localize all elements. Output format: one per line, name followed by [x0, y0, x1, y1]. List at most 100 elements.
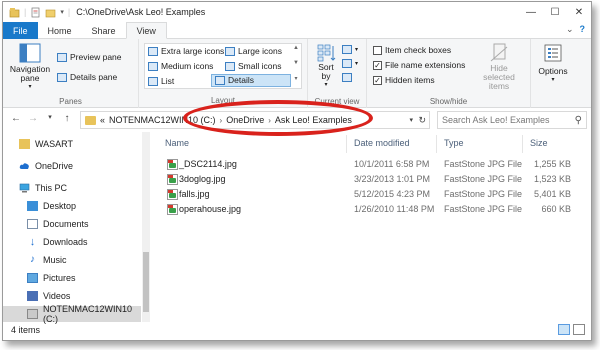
navigation-pane-button[interactable]: Navigation pane ▾: [7, 43, 53, 92]
search-box[interactable]: Search Ask Leo! Examples ⚲: [437, 111, 587, 129]
minimize-button[interactable]: —: [519, 2, 543, 22]
size-columns-button[interactable]: [342, 73, 352, 82]
address-bar[interactable]: « NOTENMAC12WIN10 (C:) › OneDrive › Ask …: [80, 111, 430, 129]
refresh-icon[interactable]: ↻: [418, 115, 426, 126]
file-row[interactable]: 3doglog.jpg 3/23/2013 1:01 PM FastStone …: [163, 173, 583, 186]
help-icon[interactable]: ?: [580, 24, 586, 35]
close-button[interactable]: ✕: [567, 2, 591, 22]
group-by-button[interactable]: ▾: [342, 45, 358, 54]
extra-large-icons-button[interactable]: Extra large icons: [148, 46, 224, 56]
large-icons-view-icon[interactable]: [573, 324, 585, 335]
navigation-bar: ← → ▾ ↑ « NOTENMAC12WIN10 (C:) › OneDriv…: [3, 108, 591, 132]
properties-icon[interactable]: [30, 7, 41, 18]
file-name-extensions-checkbox[interactable]: ✓: [373, 60, 382, 70]
item-count: 4 items: [11, 325, 41, 335]
search-placeholder: Search Ask Leo! Examples: [442, 115, 550, 125]
quick-access-dropdown[interactable]: ▾: [60, 8, 64, 16]
file-size: 660 KB: [541, 204, 571, 214]
new-folder-icon[interactable]: [45, 7, 56, 18]
hide-selected-items-button[interactable]: Hide selected items: [471, 43, 527, 91]
options-button[interactable]: Options ▾: [533, 43, 573, 85]
large-icons-label: Large icons: [238, 46, 282, 56]
nav-item-label: Pictures: [43, 273, 76, 283]
file-date: 3/23/2013 1:01 PM: [354, 174, 431, 184]
column-divider[interactable]: [346, 135, 347, 153]
up-arrow-icon[interactable]: ↑: [60, 113, 74, 124]
hidden-items-toggle[interactable]: ✓ Hidden items: [373, 75, 435, 85]
pictures-icon: [27, 273, 38, 283]
tab-view[interactable]: View: [125, 22, 167, 39]
explorer-window: | ▾ | C:\OneDrive\Ask Leo! Examples — ☐ …: [2, 1, 592, 341]
preview-pane-button[interactable]: Preview pane: [57, 52, 122, 62]
jpg-file-icon: [167, 174, 178, 185]
details-pane-button[interactable]: Details pane: [57, 72, 117, 82]
navigation-pane-scrollbar[interactable]: [142, 132, 150, 322]
breadcrumb-overflow[interactable]: «: [100, 115, 105, 125]
column-divider[interactable]: [522, 135, 523, 153]
maximize-button[interactable]: ☐: [543, 2, 567, 22]
chevron-down-icon: ▾: [551, 77, 555, 83]
current-view-group-label: Current view: [314, 97, 360, 106]
gallery-scroll-up-icon[interactable]: ▲: [292, 45, 300, 51]
expand-ribbon-icon[interactable]: ⌄: [566, 24, 574, 35]
list-button[interactable]: List: [148, 76, 174, 86]
recent-locations-icon[interactable]: ▾: [43, 113, 57, 124]
column-divider[interactable]: [436, 135, 437, 153]
nav-item-pictures[interactable]: Pictures: [3, 270, 141, 286]
file-row[interactable]: falls.jpg 5/12/2015 4:23 PM FastStone JP…: [163, 188, 583, 201]
forward-arrow-icon[interactable]: →: [26, 113, 40, 124]
nav-item-videos[interactable]: Videos: [3, 288, 141, 304]
item-check-boxes-toggle[interactable]: Item check boxes: [373, 45, 451, 55]
hidden-items-checkbox[interactable]: ✓: [373, 75, 382, 85]
add-columns-button[interactable]: ▾: [342, 59, 358, 68]
sort-by-button[interactable]: Sort by ▾: [314, 43, 338, 90]
show-hide-group: Item check boxes ✓ File name extensions …: [367, 39, 531, 108]
nav-item-music[interactable]: ♪ Music: [3, 252, 141, 268]
large-icons-button[interactable]: Large icons: [225, 46, 282, 56]
drive-icon: [27, 309, 38, 319]
view-switcher: [558, 324, 585, 335]
medium-icons-button[interactable]: Medium icons: [148, 61, 213, 71]
file-name-extensions-toggle[interactable]: ✓ File name extensions: [373, 60, 465, 70]
documents-icon: [27, 219, 38, 229]
file-row[interactable]: _DSC2114.jpg 10/1/2011 6:58 PM FastStone…: [163, 158, 583, 171]
hide-selected-items-icon: [490, 43, 508, 62]
nav-item-documents[interactable]: Documents: [3, 216, 141, 232]
nav-item-label: Downloads: [43, 237, 88, 247]
column-header-name[interactable]: Name: [165, 138, 189, 148]
nav-item-onedrive[interactable]: OneDrive: [3, 158, 141, 174]
nav-buttons: ← → ▾ ↑: [9, 113, 74, 124]
nav-item-desktop[interactable]: Desktop: [3, 198, 141, 214]
search-icon[interactable]: ⚲: [575, 115, 582, 126]
breadcrumb-onedrive[interactable]: OneDrive: [226, 115, 264, 125]
back-arrow-icon[interactable]: ←: [9, 113, 23, 124]
gallery-more-icon[interactable]: ▾: [292, 75, 300, 82]
chevron-down-icon: ▾: [355, 47, 359, 53]
file-size: 5,401 KB: [533, 189, 571, 199]
column-header-type[interactable]: Type: [444, 138, 464, 148]
details-button[interactable]: Details: [215, 75, 254, 85]
breadcrumb-drive[interactable]: NOTENMAC12WIN10 (C:): [109, 115, 216, 125]
nav-item-wasart[interactable]: WASART: [3, 136, 141, 152]
status-bar: 4 items: [3, 320, 591, 340]
breadcrumb-current-folder[interactable]: Ask Leo! Examples: [275, 115, 352, 125]
nav-item-this-pc[interactable]: This PC: [3, 180, 141, 196]
tab-share[interactable]: Share: [82, 22, 126, 39]
address-dropdown-icon[interactable]: ▾: [409, 116, 413, 124]
item-check-boxes-checkbox[interactable]: [373, 45, 382, 55]
breadcrumb-separator-icon[interactable]: ›: [220, 116, 223, 125]
small-icons-button[interactable]: Small icons: [225, 61, 281, 71]
file-row[interactable]: operahouse.jpg 1/26/2010 11:48 PM FastSt…: [163, 203, 583, 216]
column-header-size[interactable]: Size: [530, 138, 548, 148]
ribbon-tabs: File Home Share View: [3, 22, 591, 39]
details-view-icon[interactable]: [558, 324, 570, 335]
preview-pane-label: Preview pane: [70, 52, 122, 62]
tab-home[interactable]: Home: [38, 22, 82, 39]
nav-item-label: OneDrive: [35, 161, 74, 171]
tab-file[interactable]: File: [3, 22, 38, 39]
scrollbar-thumb[interactable]: [143, 252, 149, 312]
gallery-scroll-down-icon[interactable]: ▼: [292, 60, 300, 66]
nav-item-downloads[interactable]: ↓ Downloads: [3, 234, 141, 250]
breadcrumb-separator-icon[interactable]: ›: [268, 116, 271, 125]
column-header-date-modified[interactable]: Date modified: [354, 138, 410, 148]
